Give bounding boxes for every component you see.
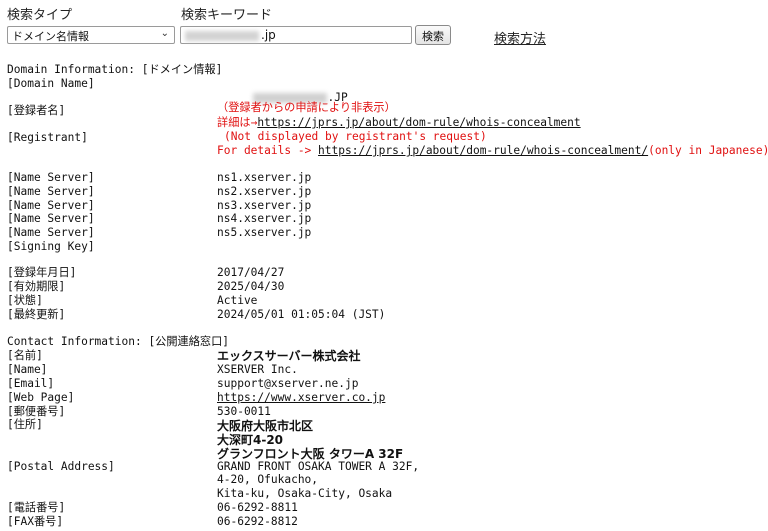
- phone-label: [電話番号]: [7, 501, 66, 514]
- address-label: [住所]: [7, 418, 43, 431]
- status-label: [状態]: [7, 294, 43, 307]
- search-method-link[interactable]: 検索方法: [494, 28, 546, 47]
- expiry-date-label: [有効期限]: [7, 280, 66, 293]
- details-en-prefix: For details ->: [217, 144, 319, 157]
- web-page-label: [Web Page]: [7, 391, 75, 404]
- registrant-label-ja: [登録者名]: [7, 104, 66, 117]
- keyword-label: 検索キーワード: [181, 8, 273, 23]
- details-en-suffix: (only in Japanese): [648, 144, 768, 157]
- last-updated-label: [最終更新]: [7, 308, 66, 321]
- contact-name-ja-label: [名前]: [7, 349, 43, 362]
- status-value: Active: [217, 294, 258, 307]
- name-server-value: ns2.xserver.jp: [217, 185, 312, 198]
- registrant-notice-ja: （登録者からの申請により非表示）: [217, 101, 396, 114]
- contact-info-heading: Contact Information: [公開連絡窓口]: [7, 335, 230, 348]
- fax-label: [FAX番号]: [7, 515, 64, 528]
- zip-code-label: [郵便番号]: [7, 405, 66, 418]
- signing-key-label: [Signing Key]: [7, 240, 95, 253]
- name-server-value: ns3.xserver.jp: [217, 199, 312, 212]
- contact-name-ja-value: エックスサーバー株式会社: [217, 349, 361, 363]
- name-server-label: [Name Server]: [7, 171, 95, 184]
- contact-name-value: XSERVER Inc.: [217, 363, 298, 376]
- details-en-link[interactable]: https://jprs.jp/about/dom-rule/whois-con…: [318, 144, 648, 157]
- details-ja-link[interactable]: https://jprs.jp/about/dom-rule/whois-con…: [257, 116, 580, 129]
- search-keyword-input[interactable]: .jp: [180, 26, 412, 44]
- web-page-link[interactable]: https://www.xserver.co.jp: [217, 391, 385, 405]
- expiry-date-value: 2025/04/30: [217, 280, 285, 293]
- postal-address-line: 4-20, Ofukacho,: [217, 473, 319, 486]
- email-label: [Email]: [7, 377, 55, 390]
- last-updated-value: 2024/05/01 01:05:04 (JST): [217, 308, 386, 321]
- details-ja-prefix: 詳細は→: [217, 116, 258, 129]
- search-type-value: ドメイン名情報: [12, 30, 89, 43]
- keyword-suffix: .jp: [261, 28, 276, 42]
- postal-address-line: GRAND FRONT OSAKA TOWER A 32F,: [217, 460, 420, 473]
- name-server-label: [Name Server]: [7, 199, 95, 212]
- registrant-details-ja: 詳細は→https://jprs.jp/about/dom-rule/whois…: [217, 116, 581, 130]
- name-server-value: ns1.xserver.jp: [217, 171, 312, 184]
- email-value: support@xserver.ne.jp: [217, 377, 359, 390]
- search-type-label: 検索タイプ: [7, 8, 73, 23]
- registrant-notice-en: (Not displayed by registrant's request): [224, 130, 487, 143]
- registrant-details-en: For details -> https://jprs.jp/about/dom…: [217, 144, 768, 158]
- domain-info-heading: Domain Information: [ドメイン情報]: [7, 63, 223, 76]
- domain-name-label: [Domain Name]: [7, 77, 95, 90]
- registered-date-value: 2017/04/27: [217, 266, 285, 279]
- registrant-label-en: [Registrant]: [7, 131, 88, 144]
- redacted-keyword: [185, 30, 259, 41]
- name-server-value: ns5.xserver.jp: [217, 226, 312, 239]
- name-server-value: ns4.xserver.jp: [217, 212, 312, 225]
- fax-value: 06-6292-8812: [217, 515, 298, 528]
- contact-name-label: [Name]: [7, 363, 48, 376]
- search-button[interactable]: 検索: [415, 25, 451, 45]
- postal-address-line: Kita-ku, Osaka-City, Osaka: [217, 487, 393, 500]
- search-type-select[interactable]: ドメイン名情報 ⌄: [7, 26, 175, 44]
- name-server-label: [Name Server]: [7, 212, 95, 225]
- postal-address-label: [Postal Address]: [7, 460, 115, 473]
- phone-value: 06-6292-8811: [217, 501, 298, 514]
- registered-date-label: [登録年月日]: [7, 266, 77, 279]
- name-server-label: [Name Server]: [7, 226, 95, 239]
- name-server-label: [Name Server]: [7, 185, 95, 198]
- chevron-down-icon: ⌄: [160, 28, 169, 39]
